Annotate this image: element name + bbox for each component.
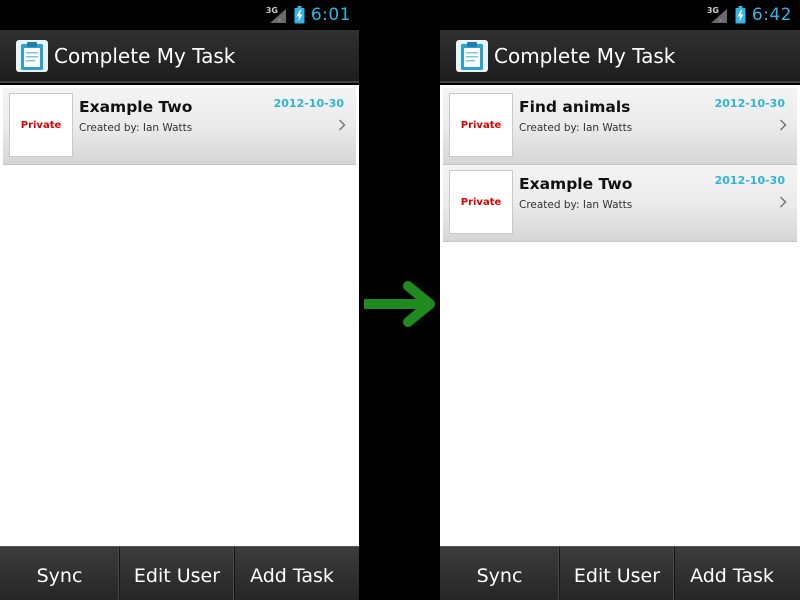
task-date: 2012-10-30	[714, 174, 785, 187]
task-title: Example Two	[519, 175, 633, 193]
chevron-right-icon	[779, 196, 787, 208]
clipboard-icon	[455, 39, 489, 73]
task-creator: Created by: Ian Watts	[79, 122, 193, 134]
task-title: Example Two	[79, 98, 193, 116]
clock: 6:42	[751, 5, 792, 25]
task-list: Private Example Two Created by: Ian Watt…	[0, 85, 359, 165]
clipboard-icon	[15, 39, 49, 73]
chevron-right-icon	[338, 119, 346, 131]
status-bar: 3G × 6:42	[440, 0, 800, 30]
task-date: 2012-10-30	[714, 97, 785, 110]
svg-text:×: ×	[718, 17, 723, 23]
action-bar: Complete My Task	[0, 30, 359, 83]
app-title: Complete My Task	[54, 44, 236, 68]
battery-charging-icon	[735, 6, 746, 24]
svg-text:×: ×	[277, 17, 282, 23]
signal-icon: 3G ×	[707, 5, 729, 25]
edit-user-button[interactable]: Edit User	[120, 547, 235, 600]
add-task-button[interactable]: Add Task	[235, 547, 349, 600]
bottom-button-bar: Sync Edit User Add Task	[440, 546, 800, 600]
task-row[interactable]: Private Find animals Created by: Ian Wat…	[443, 88, 797, 165]
status-bar: 3G × 6:01	[0, 0, 359, 30]
task-date: 2012-10-30	[273, 97, 344, 110]
task-list: Private Find animals Created by: Ian Wat…	[440, 85, 800, 242]
screen-before: 3G × 6:01 Complete My Task Private Examp…	[0, 0, 359, 600]
action-bar: Complete My Task	[440, 30, 800, 83]
app-title: Complete My Task	[494, 44, 676, 68]
task-thumbnail: Private	[9, 93, 73, 157]
clock: 6:01	[310, 5, 351, 25]
task-row[interactable]: Private Example Two Created by: Ian Watt…	[443, 165, 797, 242]
signal-icon: 3G ×	[266, 5, 288, 25]
edit-user-button[interactable]: Edit User	[560, 547, 675, 600]
task-list-area: Private Find animals Created by: Ian Wat…	[440, 85, 800, 546]
task-creator: Created by: Ian Watts	[519, 199, 633, 211]
task-thumbnail: Private	[449, 93, 513, 157]
task-row[interactable]: Private Example Two Created by: Ian Watt…	[3, 88, 356, 165]
screen-after: 3G × 6:42 Complete My Task Private Find …	[440, 0, 800, 600]
task-title: Find animals	[519, 98, 631, 116]
privacy-label: Private	[460, 196, 502, 208]
privacy-label: Private	[20, 119, 62, 131]
task-list-area: Private Example Two Created by: Ian Watt…	[0, 85, 359, 546]
arrow-right-icon	[364, 281, 435, 327]
battery-charging-icon	[294, 6, 305, 24]
sync-button[interactable]: Sync	[440, 547, 560, 600]
task-creator: Created by: Ian Watts	[519, 122, 633, 134]
bottom-button-bar: Sync Edit User Add Task	[0, 546, 359, 600]
sync-button[interactable]: Sync	[0, 547, 120, 600]
add-task-button[interactable]: Add Task	[675, 547, 789, 600]
task-thumbnail: Private	[449, 170, 513, 234]
privacy-label: Private	[460, 119, 502, 131]
chevron-right-icon	[779, 119, 787, 131]
